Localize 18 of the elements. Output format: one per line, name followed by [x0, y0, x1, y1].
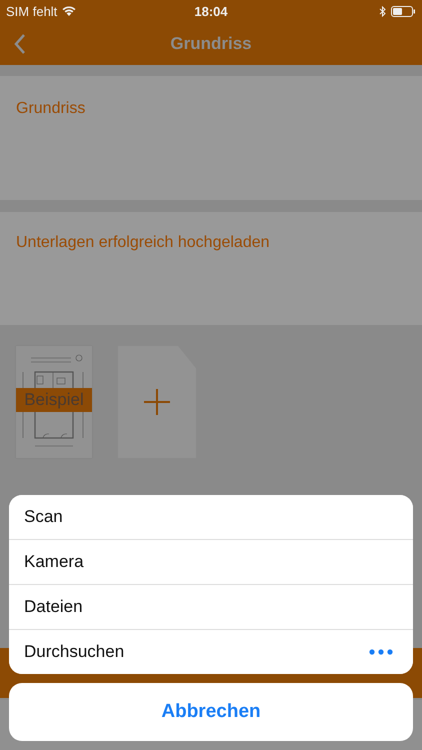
clock-text: 18:04: [194, 4, 228, 18]
add-document-button[interactable]: [118, 346, 196, 458]
back-button[interactable]: [12, 32, 28, 56]
bluetooth-icon: [379, 6, 386, 16]
section-title: Grundriss: [16, 100, 86, 117]
wifi-icon: [62, 6, 76, 16]
option-label: Scan: [24, 507, 63, 527]
menu-option[interactable]: Durchsuchen: [9, 629, 413, 674]
example-label: Beispiel: [16, 388, 92, 412]
plus-icon: [144, 389, 170, 415]
cancel-button[interactable]: Abbrechen: [9, 683, 413, 741]
battery-icon: [391, 6, 416, 16]
nav-title: Grundriss: [170, 34, 252, 54]
option-label: Durchsuchen: [24, 642, 124, 662]
section-title: Unterlagen erfolgreich hochgeladen: [16, 234, 270, 251]
option-label: Kamera: [24, 552, 84, 572]
carrier-text: SIM fehlt: [6, 4, 58, 18]
option-label: Dateien: [24, 597, 83, 617]
